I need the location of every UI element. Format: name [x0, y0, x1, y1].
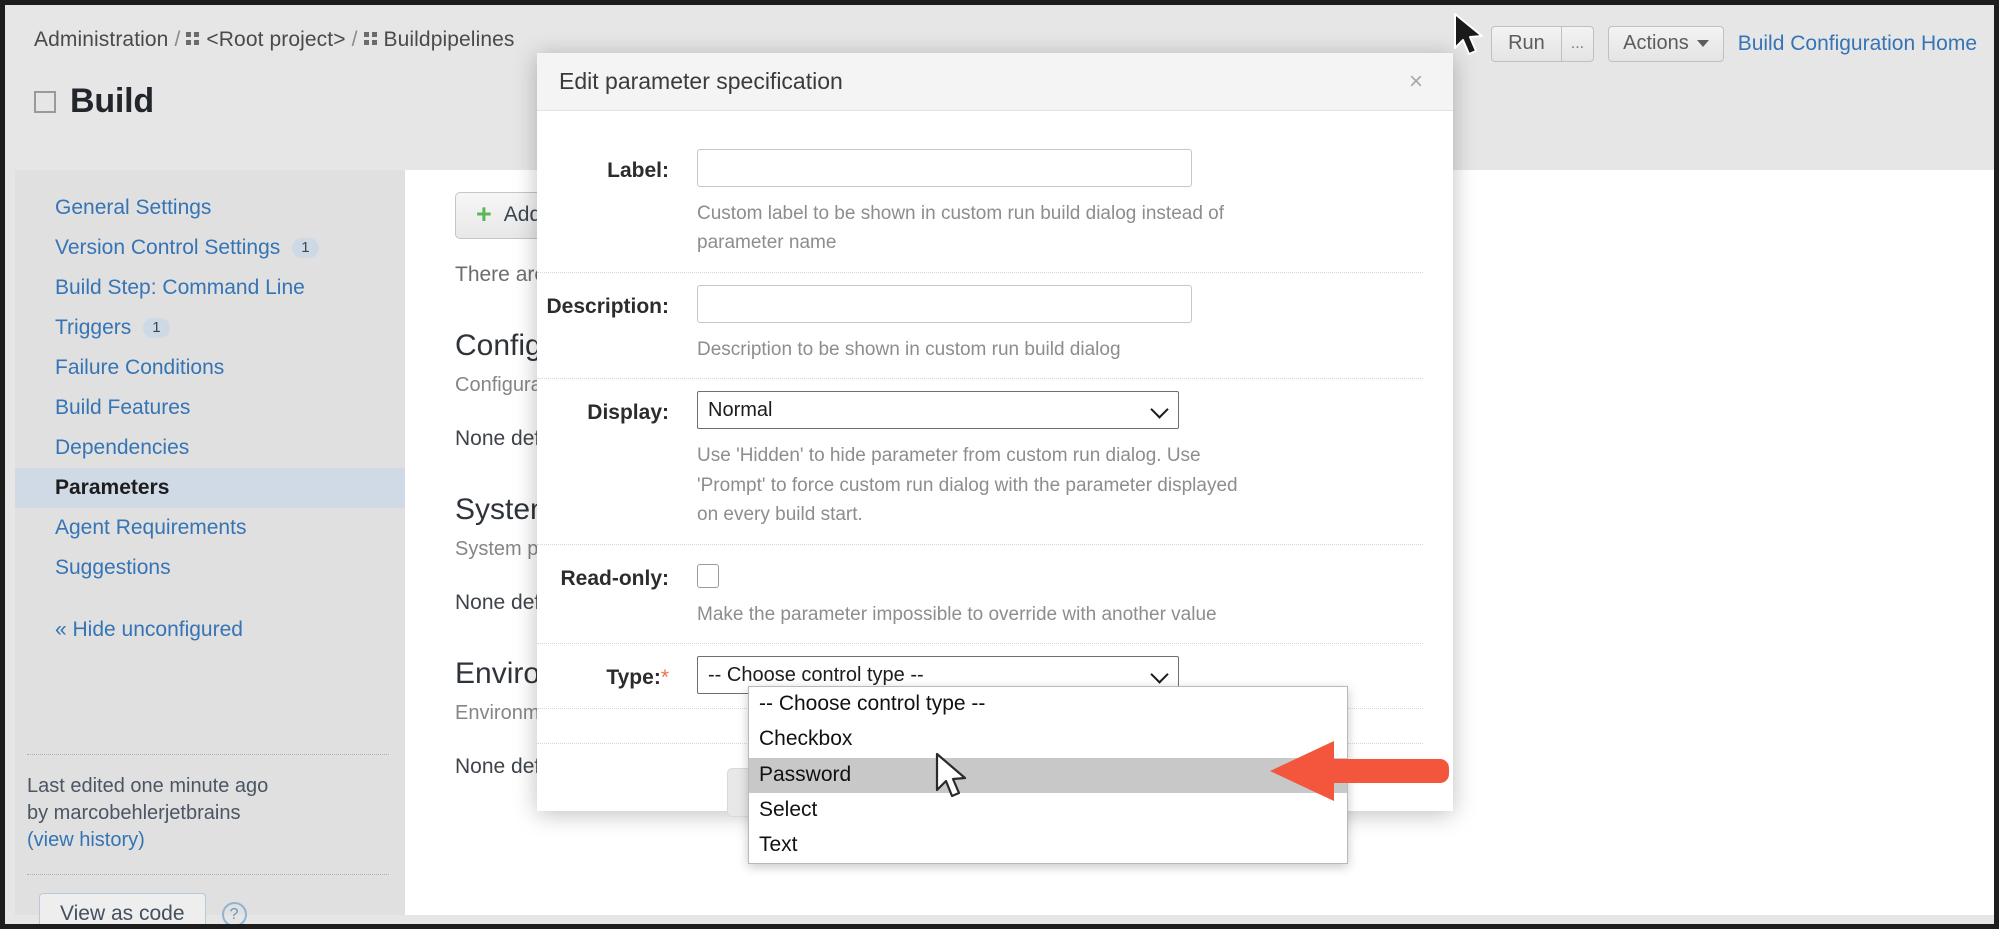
help-question-icon[interactable]: ?	[222, 902, 247, 927]
breadcrumb-root-project[interactable]: <Root project>	[206, 28, 345, 51]
sidebar-item-badge: 1	[292, 238, 318, 258]
run-more-button[interactable]: ...	[1561, 26, 1594, 62]
dropdown-option-text[interactable]: Text	[749, 828, 1347, 863]
display-select[interactable]: Normal	[697, 391, 1179, 429]
sidebar-item-label: Agent Requirements	[55, 516, 246, 540]
sidebar-item-build-features[interactable]: Build Features	[15, 388, 405, 428]
read-only-checkbox[interactable]	[697, 564, 719, 588]
hide-unconfigured-link[interactable]: « Hide unconfigured	[15, 610, 405, 650]
label-input[interactable]	[697, 149, 1192, 187]
run-button[interactable]: Run	[1491, 26, 1561, 62]
sidebar-divider-1	[27, 754, 389, 755]
dropdown-option-select[interactable]: Select	[749, 793, 1347, 828]
build-square-icon	[34, 91, 56, 113]
browser-window-frame: Administration / <Root project> / Buildpipel…	[0, 0, 1999, 929]
actions-label: Actions	[1623, 32, 1689, 55]
field-hint-read-only: Make the parameter impossible to overrid…	[697, 600, 1257, 629]
display-select-value: Normal	[708, 399, 772, 422]
sidebar-item-label: Dependencies	[55, 436, 189, 460]
sidebar: General Settings Version Control Setting…	[15, 170, 405, 915]
sidebar-item-badge: 1	[143, 318, 169, 338]
sidebar-item-label: Build Features	[55, 396, 190, 420]
close-icon[interactable]: ×	[1401, 66, 1431, 98]
field-label-label: Label:	[537, 149, 697, 258]
type-label-text: Type:	[606, 666, 660, 689]
build-configuration-home-link[interactable]: Build Configuration Home	[1738, 32, 1977, 56]
chevron-down-icon	[1150, 665, 1168, 683]
sidebar-item-parameters[interactable]: Parameters	[15, 468, 405, 508]
field-hint-display: Use 'Hidden' to hide parameter from cust…	[697, 441, 1257, 529]
type-select-value: -- Choose control type --	[708, 664, 924, 687]
dialog-header: Edit parameter specification ×	[537, 53, 1453, 111]
sidebar-item-version-control-settings[interactable]: Version Control Settings 1	[15, 228, 405, 268]
actions-button[interactable]: Actions	[1608, 26, 1724, 62]
description-input[interactable]	[697, 285, 1192, 323]
chevron-down-icon	[1697, 40, 1709, 47]
field-label-type: Type:*	[537, 656, 697, 694]
red-annotation-arrow	[1264, 737, 1449, 805]
breadcrumb: Administration / <Root project> / Buildpipel…	[34, 28, 515, 52]
required-asterisk: *	[661, 666, 669, 689]
run-button-group: Run ...	[1491, 26, 1594, 62]
sidebar-item-label: Triggers	[55, 316, 131, 340]
sidebar-item-label: General Settings	[55, 196, 211, 220]
page-title-row: Build	[34, 82, 154, 121]
hide-unconfigured-label: « Hide unconfigured	[55, 618, 243, 642]
breadcrumb-administration[interactable]: Administration	[34, 28, 168, 51]
view-as-code-row: View as code ?	[39, 893, 405, 929]
sidebar-item-build-step-command-line[interactable]: Build Step: Command Line	[15, 268, 405, 308]
field-row-description: Description: Description to be shown in …	[537, 273, 1423, 379]
breadcrumb-buildpipelines[interactable]: Buildpipelines	[384, 28, 515, 51]
sidebar-item-suggestions[interactable]: Suggestions	[15, 548, 405, 588]
field-row-read-only: Read-only: Make the parameter impossible…	[537, 545, 1423, 644]
sidebar-item-label: Suggestions	[55, 556, 171, 580]
dropdown-option-choose-control-type[interactable]: -- Choose control type --	[749, 687, 1347, 722]
field-label-description: Description:	[537, 285, 697, 364]
plus-icon: +	[476, 204, 492, 226]
breadcrumb-separator-1: /	[174, 28, 180, 51]
sidebar-item-label: Version Control Settings	[55, 236, 280, 260]
sidebar-item-general-settings[interactable]: General Settings	[15, 188, 405, 228]
mouse-cursor-pointer-top	[1453, 12, 1487, 58]
type-select-dropdown-list: -- Choose control type -- Checkbox Passw…	[748, 686, 1348, 864]
chevron-down-icon	[1150, 401, 1168, 419]
sidebar-item-triggers[interactable]: Triggers 1	[15, 308, 405, 348]
sidebar-divider-2	[27, 874, 389, 875]
field-row-label: Label: Custom label to be shown in custo…	[537, 137, 1423, 273]
field-label-display: Display:	[537, 391, 697, 529]
dialog-title: Edit parameter specification	[559, 68, 1401, 95]
view-history-link[interactable]: (view history)	[27, 827, 405, 854]
field-hint-description: Description to be shown in custom run bu…	[697, 335, 1257, 364]
sidebar-item-agent-requirements[interactable]: Agent Requirements	[15, 508, 405, 548]
pipeline-grid-icon	[364, 32, 379, 47]
sidebar-item-label: Failure Conditions	[55, 356, 224, 380]
project-grid-icon	[186, 32, 201, 47]
sidebar-item-dependencies[interactable]: Dependencies	[15, 428, 405, 468]
page-title: Build	[70, 82, 154, 121]
last-edited-info: Last edited one minute ago by marcobehle…	[27, 773, 405, 854]
view-as-code-button[interactable]: View as code	[39, 893, 206, 929]
last-edited-line-1: Last edited one minute ago	[27, 773, 405, 800]
field-label-read-only: Read-only:	[537, 557, 697, 629]
dropdown-option-password[interactable]: Password	[749, 758, 1347, 793]
sidebar-item-label: Build Step: Command Line	[55, 276, 305, 300]
sidebar-item-failure-conditions[interactable]: Failure Conditions	[15, 348, 405, 388]
teamcity-page: Administration / <Root project> / Buildpipel…	[10, 10, 1999, 929]
field-hint-label: Custom label to be shown in custom run b…	[697, 199, 1257, 258]
top-toolbar: Run ... Actions Build Configuration Home	[1491, 26, 1977, 62]
last-edited-line-2: by marcobehlerjetbrains	[27, 800, 405, 827]
mouse-cursor-pointer	[935, 752, 971, 802]
dropdown-option-checkbox[interactable]: Checkbox	[749, 722, 1347, 757]
field-row-display: Display: Normal Use 'Hidden' to hide par…	[537, 379, 1423, 544]
breadcrumb-separator-2: /	[352, 28, 358, 51]
sidebar-item-label: Parameters	[55, 476, 169, 500]
